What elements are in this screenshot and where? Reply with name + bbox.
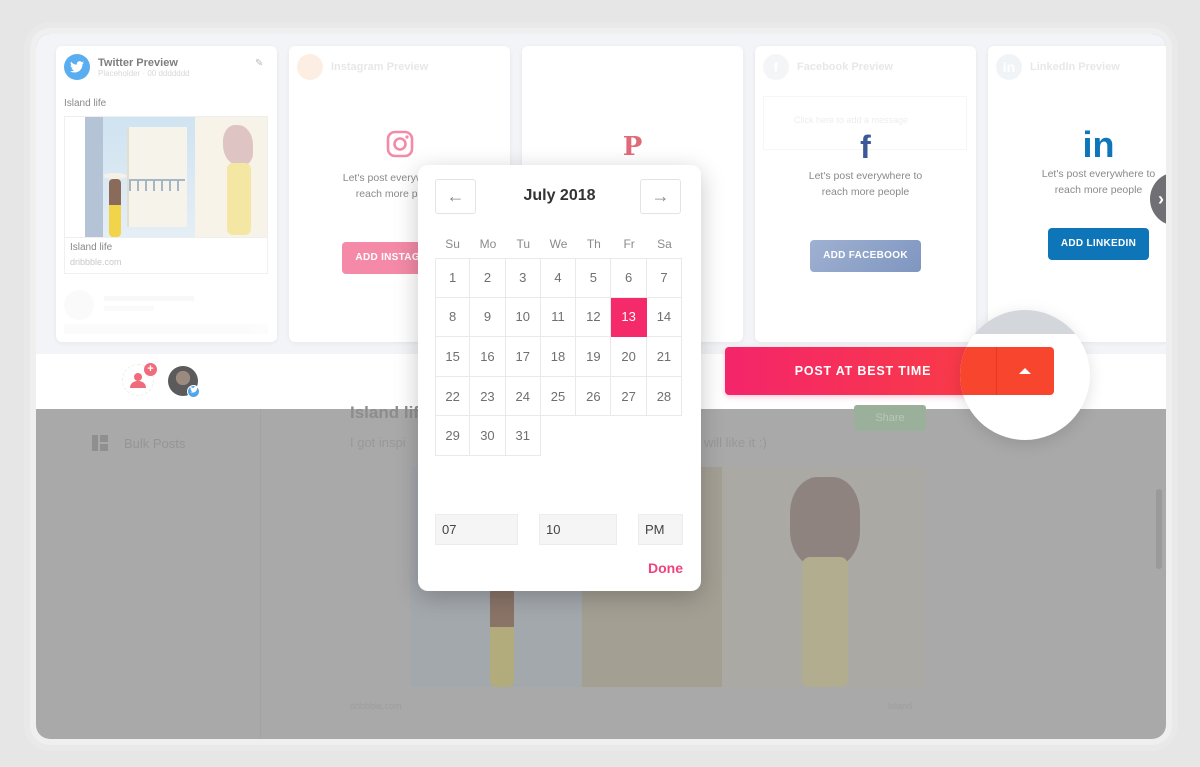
minute-input[interactable]: 10 xyxy=(539,514,617,545)
day-cell[interactable]: 12 xyxy=(576,297,612,338)
facebook-preview-card: f Facebook Preview Click here to add a m… xyxy=(755,46,976,342)
link-title: Island life xyxy=(70,242,113,253)
arrow-right-icon: → xyxy=(651,186,670,206)
day-cell[interactable]: 30 xyxy=(470,416,506,456)
tweet-caption: Island life xyxy=(64,98,107,109)
weekday-label: Su xyxy=(445,237,460,251)
weekday-label: Th xyxy=(586,237,601,251)
day-cell[interactable]: 15 xyxy=(435,337,471,377)
pinterest-icon: P xyxy=(622,132,643,162)
day-cell[interactable]: 19 xyxy=(576,337,612,377)
twitter-icon xyxy=(64,54,90,80)
add-account-button[interactable]: + xyxy=(122,363,157,396)
date-picker-popup: ← July 2018 → Su Mo Tu We Th Fr Sa 1 2 3 4 5 6 7 8 9 10… xyxy=(418,165,701,591)
grid-icon xyxy=(92,435,108,451)
day-cell[interactable]: 22 xyxy=(435,376,471,417)
card-title: Instagram Preview xyxy=(331,61,429,73)
post-image xyxy=(64,116,268,238)
card-subtitle: Placeholder · 00 ddddddd xyxy=(98,68,190,78)
day-cell[interactable]: 8 xyxy=(435,297,471,338)
cta-line-1: Let's post everywhere to xyxy=(808,170,923,182)
weekday-label: Fr xyxy=(623,237,635,251)
plus-icon: + xyxy=(144,363,157,376)
edit-pencil-icon[interactable]: ✎ xyxy=(255,58,265,69)
meridiem-select[interactable]: PM xyxy=(638,514,683,545)
connect-prompt: f Let's post everywhere to reach more pe… xyxy=(755,130,976,272)
day-cell[interactable]: 3 xyxy=(505,258,541,298)
post-body-end: will like it :) xyxy=(704,435,767,450)
weekday-label: We xyxy=(549,237,568,251)
cta-line-2: reach more people xyxy=(821,186,910,198)
card-title: LinkedIn Preview xyxy=(1030,61,1120,73)
share-button[interactable]: Share xyxy=(854,405,926,431)
day-cell[interactable]: 5 xyxy=(576,258,612,298)
connect-prompt: in Let's post everywhere to reach more p… xyxy=(988,124,1166,260)
day-grid: 1 2 3 4 5 6 7 8 9 10 11 12 13 14 15 16 17 18 19 20 21 22 23 24 2… xyxy=(435,258,683,456)
twitter-preview-card: Twitter Preview Placeholder · 00 ddddddd… xyxy=(56,46,277,342)
day-cell[interactable]: 25 xyxy=(540,376,577,417)
link-domain: dribbble.com xyxy=(70,257,122,267)
sidebar-item-label: Bulk Posts xyxy=(124,435,186,451)
user-icon xyxy=(130,373,146,388)
next-month-button[interactable]: → xyxy=(640,179,681,214)
post-body: I got inspi xyxy=(350,435,406,450)
day-cell[interactable]: 24 xyxy=(505,376,541,417)
day-cell[interactable]: 31 xyxy=(505,416,541,456)
schedule-toggle-highlight xyxy=(960,310,1090,440)
day-cell[interactable]: 16 xyxy=(470,337,506,377)
card-title: Twitter Preview xyxy=(98,56,178,69)
post-link-domain: dribbble.com xyxy=(350,701,402,711)
add-facebook-button[interactable]: ADD FACEBOOK xyxy=(810,240,921,272)
linkedin-icon: in xyxy=(1082,124,1115,165)
add-linkedin-button[interactable]: ADD LINKEDIN xyxy=(1047,228,1150,260)
sidebar-item-bulk-posts[interactable]: Bulk Posts xyxy=(92,435,185,451)
card-title: Facebook Preview xyxy=(797,61,893,73)
day-cell[interactable]: 18 xyxy=(540,337,577,377)
cta-line-2: reach more people xyxy=(1054,184,1143,196)
day-cell[interactable]: 7 xyxy=(646,258,683,298)
day-cell-selected[interactable]: 13 xyxy=(611,297,647,338)
done-button[interactable]: Done xyxy=(648,560,683,576)
day-cell[interactable]: 29 xyxy=(435,416,471,456)
weekday-label: Tu xyxy=(516,237,531,251)
day-cell[interactable]: 9 xyxy=(470,297,506,338)
day-cell[interactable]: 17 xyxy=(505,337,541,377)
post-link-title: Island xyxy=(888,701,913,711)
day-cell[interactable]: 2 xyxy=(470,258,506,298)
day-cell[interactable]: 11 xyxy=(540,297,577,338)
post-title: Island life xyxy=(350,403,429,422)
schedule-dropdown-button[interactable] xyxy=(996,347,1054,395)
hour-input[interactable]: 07 xyxy=(435,514,518,545)
instagram-icon xyxy=(289,130,510,166)
day-cell[interactable]: 1 xyxy=(435,258,471,298)
day-cell[interactable]: 26 xyxy=(576,376,612,417)
scrollbar[interactable] xyxy=(1156,489,1162,569)
divider xyxy=(260,409,261,739)
caret-up-icon xyxy=(1019,368,1031,374)
day-cell[interactable]: 23 xyxy=(470,376,506,417)
day-cell[interactable]: 6 xyxy=(611,258,647,298)
day-cell[interactable]: 21 xyxy=(646,337,683,377)
secondary-preview xyxy=(64,286,268,334)
cta-line-1: Let's post everywhere to xyxy=(1041,168,1156,180)
day-cell[interactable]: 14 xyxy=(646,297,683,338)
weekday-label: Mo xyxy=(479,237,497,251)
weekday-label: Sa xyxy=(657,237,672,251)
account-avatar[interactable] xyxy=(168,366,200,398)
day-cell[interactable]: 27 xyxy=(611,376,647,417)
day-cell[interactable]: 20 xyxy=(611,337,647,377)
facebook-icon: f xyxy=(860,129,871,165)
weekday-header: Su Mo Tu We Th Fr Sa xyxy=(435,237,682,251)
day-cell[interactable]: 4 xyxy=(540,258,577,298)
linkedin-preview-card: in LinkedIn Preview in Let's post everyw… xyxy=(988,46,1166,342)
twitter-badge-icon xyxy=(187,385,200,398)
day-cell[interactable]: 28 xyxy=(646,376,683,417)
day-cell[interactable]: 10 xyxy=(505,297,541,338)
